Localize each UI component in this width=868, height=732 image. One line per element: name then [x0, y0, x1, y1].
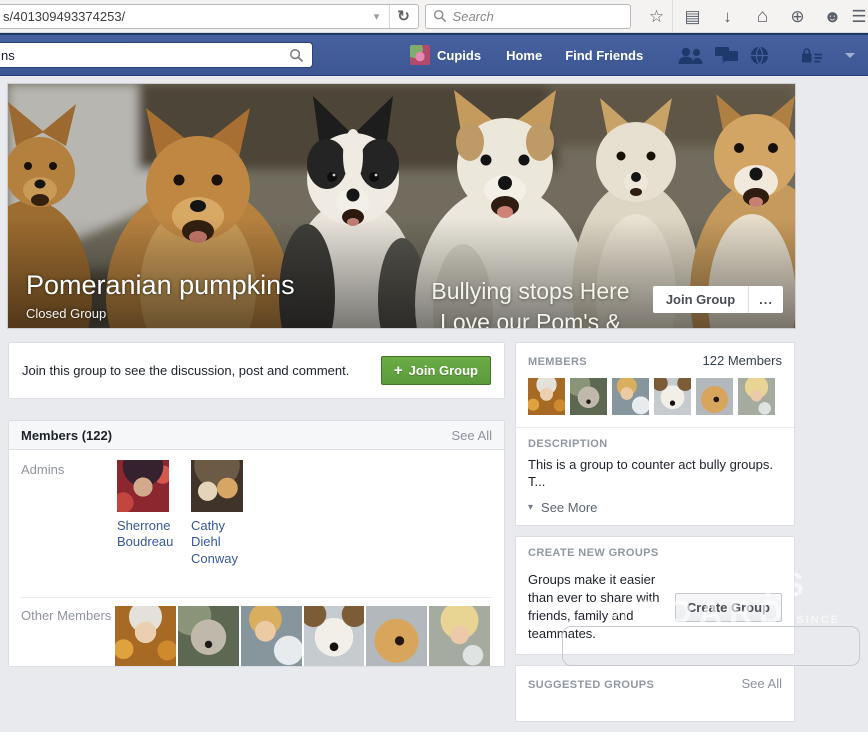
suggested-see-all-link[interactable]: See All	[742, 676, 782, 691]
admin-card[interactable]: Sherrone Boudreau	[117, 460, 180, 567]
sidebar-members-panel: MEMBERS 122 Members DESCRIPTION This is …	[515, 342, 795, 526]
download-icon[interactable]: ↓	[710, 0, 745, 33]
main-column: Join this group to see the discussion, p…	[8, 342, 505, 732]
admin-card[interactable]: Cathy Diehl Conway	[191, 460, 254, 567]
members-panel-header: Members (122) See All	[9, 421, 504, 450]
member-photo[interactable]	[178, 606, 239, 666]
sidebar: MEMBERS 122 Members DESCRIPTION This is …	[515, 342, 795, 732]
address-bar[interactable]: s/401309493374253/ ▾ ↻	[0, 4, 419, 29]
members-header-label: MEMBERS	[528, 356, 587, 368]
join-group-button-green[interactable]: + Join Group	[381, 356, 491, 385]
account-menu-caret-icon[interactable]	[845, 53, 855, 58]
browser-search-input[interactable]: Search	[425, 4, 631, 29]
create-group-button[interactable]: Create Group	[675, 593, 782, 622]
member-photo[interactable]	[304, 606, 365, 666]
members-count: 122 Members	[703, 353, 782, 368]
search-icon	[433, 9, 447, 23]
create-groups-header-label: CREATE NEW GROUPS	[528, 547, 782, 559]
sidebar-members-header: MEMBERS 122 Members	[528, 353, 782, 368]
members-panel-title: Members (122)	[21, 428, 112, 443]
divider	[516, 427, 794, 428]
page-content: Join this group to see the discussion, p…	[8, 342, 795, 732]
see-more-label[interactable]: See More	[541, 500, 597, 515]
watermark-text: SINCE	[796, 614, 840, 626]
member-photo[interactable]	[366, 606, 427, 666]
more-options-button[interactable]: ...	[749, 286, 783, 313]
member-name-link[interactable]: Cathy Diehl Conway	[191, 518, 254, 567]
menu-icon[interactable]: ☰	[850, 0, 868, 33]
home-link[interactable]: Home	[506, 48, 542, 63]
suggested-groups-header-label: SUGGESTED GROUPS	[528, 679, 654, 691]
admins-label: Admins	[21, 460, 117, 567]
member-photo[interactable]	[115, 606, 176, 666]
members-panel: Members (122) See All Admins Sherrone Bo…	[8, 420, 505, 667]
other-members-label: Other Members	[21, 606, 115, 666]
member-photo[interactable]	[738, 378, 775, 415]
search-icon[interactable]	[289, 48, 304, 63]
bookmark-star-icon[interactable]: ☆	[641, 0, 673, 33]
group-cover-photo[interactable]: Bullying stops Here Love our Pom's & Mom…	[8, 84, 795, 328]
web-apps-icon[interactable]: ⊕	[780, 0, 815, 33]
notifications-globe-icon[interactable]	[750, 46, 769, 65]
group-description-text: This is a group to counter act bully gro…	[528, 457, 782, 491]
home-icon[interactable]: ⌂	[745, 0, 780, 33]
join-cta-panel: Join this group to see the discussion, p…	[8, 342, 505, 399]
find-friends-link[interactable]: Find Friends	[565, 48, 643, 63]
member-photo[interactable]	[696, 378, 733, 415]
members-panel-body: Admins Sherrone Boudreau Cathy Diehl Con…	[9, 450, 504, 666]
member-thumbnails	[528, 378, 782, 415]
member-photo[interactable]	[241, 606, 302, 666]
privacy-shortcuts-icon[interactable]	[802, 48, 824, 63]
admins-row: Admins Sherrone Boudreau Cathy Diehl Con…	[21, 460, 492, 567]
suggested-group-card[interactable]	[562, 626, 860, 666]
member-photo[interactable]	[191, 460, 243, 512]
join-cta-text: Join this group to see the discussion, p…	[22, 363, 349, 378]
suggested-groups-panel: SUGGESTED GROUPS See All	[515, 665, 795, 722]
navbar-right: Cupids Home Find Friends	[410, 45, 855, 65]
url-text[interactable]: s/401309493374253/	[0, 9, 365, 24]
profile-link[interactable]: Cupids	[437, 48, 481, 63]
search-placeholder: Search	[453, 9, 494, 24]
member-photo[interactable]	[117, 460, 169, 512]
cover-caption: Bullying stops Here Love our Pom's & Mom…	[388, 276, 673, 328]
cover-buttons: Join Group ...	[653, 286, 783, 313]
facebook-search-input[interactable]: ns	[0, 42, 313, 68]
member-photo[interactable]	[429, 606, 490, 666]
chat-icon[interactable]: ☻	[815, 0, 850, 33]
avatar[interactable]	[410, 45, 430, 65]
cover-caption-line: Love our Pom's &	[388, 307, 673, 328]
members-see-all-link[interactable]: See All	[452, 428, 492, 443]
reading-list-icon[interactable]: ▤	[675, 0, 710, 33]
cover-caption-line: Bullying stops Here	[388, 276, 673, 307]
suggested-groups-header: SUGGESTED GROUPS See All	[528, 676, 782, 691]
messages-icon[interactable]	[714, 47, 739, 64]
join-group-button[interactable]: Join Group	[653, 286, 749, 313]
see-more-link[interactable]: ▾ See More	[528, 500, 782, 515]
join-group-label: Join Group	[409, 363, 478, 378]
browser-toolbar: s/401309493374253/ ▾ ↻ Search ☆ ▤ ↓ ⌂ ⊕ …	[0, 0, 868, 33]
plus-icon: +	[394, 362, 403, 379]
member-photo[interactable]	[654, 378, 691, 415]
facebook-navbar: ns Cupids Home Find Friends	[0, 33, 868, 76]
reload-icon[interactable]: ↻	[390, 7, 418, 25]
other-members-row: Other Members	[21, 606, 492, 666]
member-photo[interactable]	[528, 378, 565, 415]
browser-buttons: ☆ ▤ ↓ ⌂ ⊕ ☻ ☰	[641, 0, 868, 33]
member-name-link[interactable]: Sherrone Boudreau	[117, 518, 180, 551]
chevron-down-icon: ▾	[528, 502, 533, 513]
divider	[21, 597, 492, 598]
group-privacy-label: Closed Group	[26, 306, 295, 321]
group-title: Pomeranian pumpkins	[26, 270, 295, 301]
url-history-dropdown-icon[interactable]: ▾	[365, 10, 389, 23]
friend-requests-icon[interactable]	[677, 47, 703, 64]
member-photo[interactable]	[612, 378, 649, 415]
description-header-label: DESCRIPTION	[528, 438, 782, 450]
group-header: Pomeranian pumpkins Closed Group	[26, 270, 295, 321]
member-photo[interactable]	[570, 378, 607, 415]
facebook-search-value[interactable]: ns	[1, 48, 289, 63]
